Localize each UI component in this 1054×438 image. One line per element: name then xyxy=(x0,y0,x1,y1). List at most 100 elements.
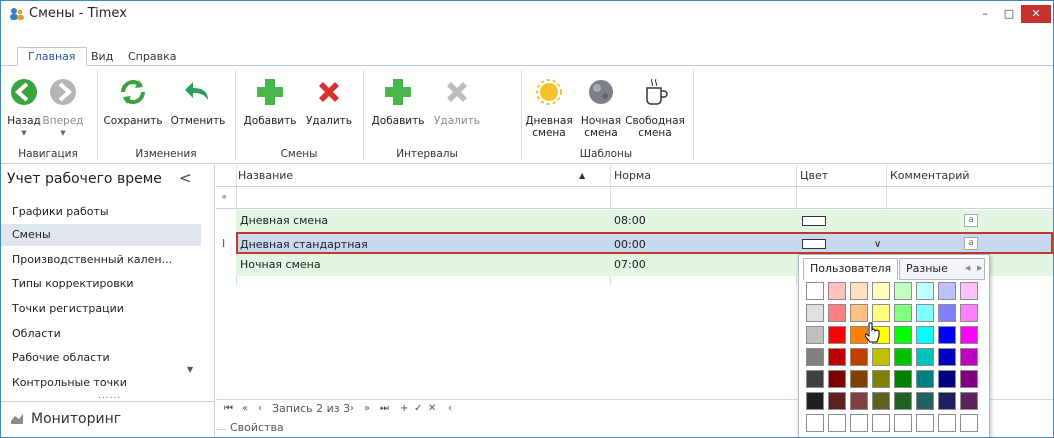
column-comment-header[interactable]: Комментарий xyxy=(890,169,970,182)
color-swatch[interactable] xyxy=(938,304,956,322)
color-swatch[interactable] xyxy=(872,304,890,322)
table-row[interactable]: Дневная смена 08:00 a xyxy=(236,210,1053,232)
color-swatch[interactable] xyxy=(806,304,824,322)
tab-custom-colors[interactable]: Пользователя xyxy=(803,258,899,280)
nav-last-button[interactable]: ⏭ xyxy=(380,403,389,414)
color-swatch[interactable] xyxy=(806,326,824,344)
color-swatch[interactable] xyxy=(850,348,868,366)
nav-first-button[interactable]: ⏮ xyxy=(224,403,233,414)
color-swatch[interactable] xyxy=(894,326,912,344)
column-norm-header[interactable]: Норма xyxy=(614,169,651,182)
color-swatch[interactable] xyxy=(872,348,890,366)
shift-add-button[interactable]: Добавить xyxy=(239,76,301,127)
tab-scroll-right-icon[interactable]: ▶ xyxy=(977,264,982,272)
color-dropdown-arrow[interactable]: ∨ xyxy=(874,234,881,255)
color-swatch[interactable] xyxy=(806,392,824,410)
nav-remove-button[interactable]: ✕ xyxy=(428,403,436,414)
nav-prev-page-button[interactable]: « xyxy=(242,403,248,414)
close-button[interactable]: ✕ xyxy=(1021,5,1051,23)
nav-prev-button[interactable]: ‹ xyxy=(258,403,262,414)
night-shift-template-button[interactable]: Ночная смена xyxy=(579,76,623,139)
color-swatch[interactable] xyxy=(938,326,956,344)
color-swatch[interactable] xyxy=(960,392,978,410)
sidebar-item-checkpoints[interactable]: Контрольные точки xyxy=(12,376,127,389)
save-button[interactable]: Сохранить xyxy=(101,76,165,127)
shift-delete-button[interactable]: Удалить xyxy=(301,76,357,127)
column-name-header[interactable]: Название xyxy=(238,169,293,182)
color-swatch[interactable] xyxy=(916,348,934,366)
color-swatch[interactable] xyxy=(850,370,868,388)
interval-add-button[interactable]: Добавить xyxy=(367,76,429,127)
color-swatch[interactable] xyxy=(960,282,978,300)
tab-various-colors[interactable]: Разные xyxy=(899,258,985,280)
color-swatch[interactable] xyxy=(938,282,956,300)
sidebar-item-correction-types[interactable]: Типы корректировки xyxy=(12,277,134,290)
color-swatch[interactable] xyxy=(916,282,934,300)
color-swatch[interactable] xyxy=(894,370,912,388)
row-comment-memo[interactable]: a xyxy=(964,214,978,227)
color-swatch[interactable] xyxy=(960,326,978,344)
color-swatch[interactable] xyxy=(938,370,956,388)
color-swatch[interactable] xyxy=(872,414,890,432)
color-swatch[interactable] xyxy=(828,370,846,388)
back-button[interactable]: Назад ▼ xyxy=(5,76,43,139)
forward-button[interactable]: Вперед ▼ xyxy=(41,76,85,139)
row-color-swatch[interactable] xyxy=(802,216,826,226)
nav-next-page-button[interactable]: » xyxy=(364,403,370,414)
color-swatch[interactable] xyxy=(938,414,956,432)
table-row-selected[interactable]: Дневная стандартная 00:00 ∨ a xyxy=(236,232,1053,254)
color-swatch[interactable] xyxy=(960,370,978,388)
color-swatch[interactable] xyxy=(894,348,912,366)
color-swatch[interactable] xyxy=(872,370,890,388)
sidebar-collapse-button[interactable]: < xyxy=(179,169,192,187)
color-swatch[interactable] xyxy=(916,304,934,322)
color-swatch[interactable] xyxy=(916,414,934,432)
nav-next-button[interactable]: › xyxy=(350,403,354,414)
cancel-button[interactable]: Отменить xyxy=(167,76,229,127)
sidebar-item-shifts[interactable]: Смены xyxy=(1,224,201,246)
sidebar-item-areas[interactable]: Области xyxy=(12,327,61,340)
color-swatch[interactable] xyxy=(894,282,912,300)
color-swatch[interactable] xyxy=(850,304,868,322)
minimize-button[interactable]: – xyxy=(973,5,997,23)
color-swatch[interactable] xyxy=(828,414,846,432)
color-swatch[interactable] xyxy=(850,414,868,432)
tab-help[interactable]: Справка xyxy=(118,48,186,66)
nav-scroll-left-button[interactable]: ‹ xyxy=(448,403,452,414)
tab-home[interactable]: Главная xyxy=(17,47,87,66)
color-swatch[interactable] xyxy=(894,304,912,322)
nav-apply-button[interactable]: ✓ xyxy=(414,403,422,414)
sidebar-section-monitoring[interactable]: Мониторинг xyxy=(1,401,215,437)
sidebar-item-production-calendar[interactable]: Производственный кален... xyxy=(12,253,172,266)
color-swatch[interactable] xyxy=(850,392,868,410)
color-swatch[interactable] xyxy=(828,326,846,344)
maximize-button[interactable]: □ xyxy=(997,5,1021,23)
color-swatch[interactable] xyxy=(894,392,912,410)
sidebar-item-work-areas[interactable]: Рабочие области xyxy=(12,351,110,364)
color-swatch[interactable] xyxy=(828,282,846,300)
free-shift-template-button[interactable]: Свободная смена xyxy=(625,76,685,139)
filter-row[interactable]: ᵩ xyxy=(216,187,1053,209)
sidebar-splitter-grip[interactable]: ...... xyxy=(98,391,121,401)
color-swatch[interactable] xyxy=(806,348,824,366)
color-swatch[interactable] xyxy=(828,304,846,322)
tab-view[interactable]: Вид xyxy=(81,48,123,66)
color-swatch[interactable] xyxy=(916,326,934,344)
color-swatch[interactable] xyxy=(806,414,824,432)
color-swatch[interactable] xyxy=(828,392,846,410)
sidebar-item-schedules[interactable]: Графики работы xyxy=(12,205,109,218)
color-swatch[interactable] xyxy=(894,414,912,432)
color-swatch[interactable] xyxy=(872,282,890,300)
sidebar-item-registration-points[interactable]: Точки регистрации xyxy=(12,302,124,315)
color-swatch[interactable] xyxy=(960,414,978,432)
color-swatch[interactable] xyxy=(916,370,934,388)
column-color-header[interactable]: Цвет xyxy=(800,169,828,182)
nav-add-button[interactable]: + xyxy=(400,403,408,414)
row-comment-memo[interactable]: a xyxy=(964,237,978,250)
sidebar-scroll-down-icon[interactable]: ▼ xyxy=(187,365,193,374)
color-swatch[interactable] xyxy=(938,348,956,366)
day-shift-template-button[interactable]: Дневная смена xyxy=(525,76,573,139)
interval-delete-button[interactable]: Удалить xyxy=(429,76,485,127)
color-swatch[interactable] xyxy=(960,304,978,322)
color-swatch[interactable] xyxy=(960,348,978,366)
